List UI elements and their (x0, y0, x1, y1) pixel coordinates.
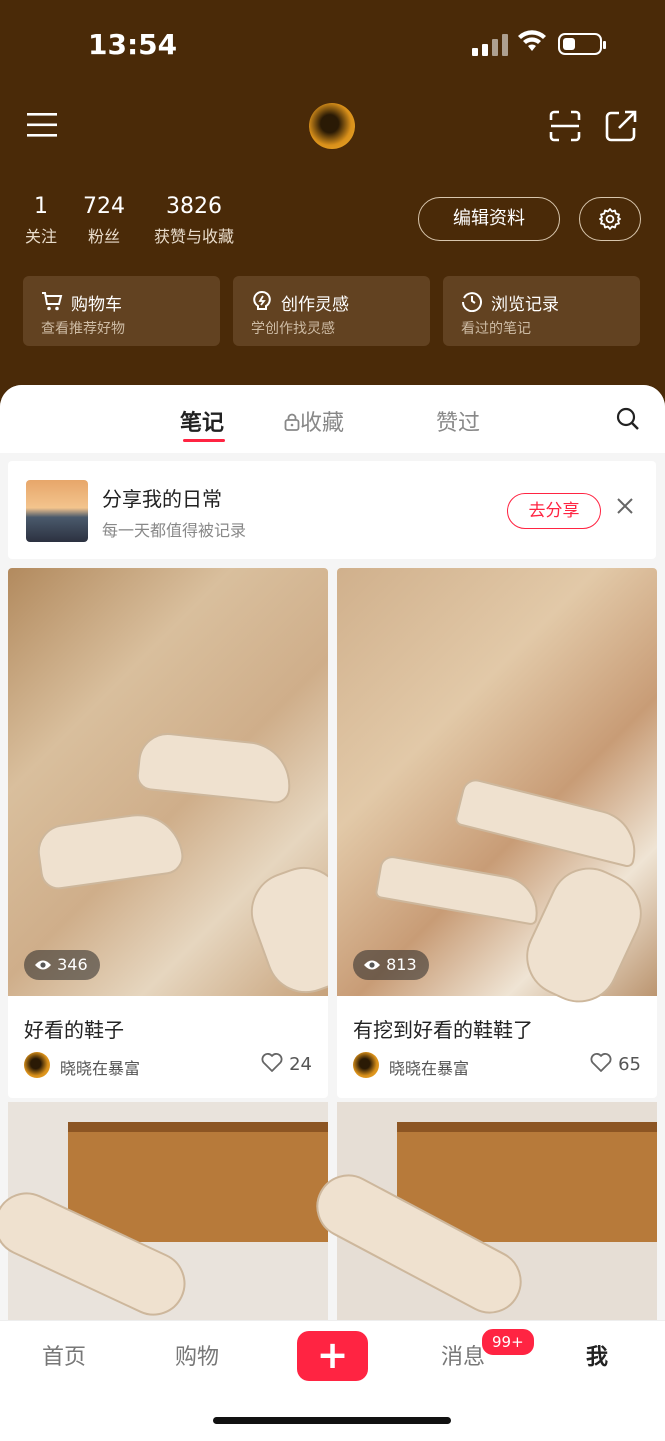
eye-icon (35, 960, 51, 970)
note-card[interactable]: 813 有挖到好看的鞋鞋了 晓晓在暴富 65 (337, 568, 657, 1098)
tab-collections[interactable]: 收藏 (284, 405, 344, 437)
share-title: 分享我的日常 (102, 487, 222, 511)
eye-icon (364, 960, 380, 970)
card-title: 创作灵感 (281, 295, 349, 315)
stat-likes[interactable]: 3826 获赞与收藏 (148, 194, 240, 247)
like-button[interactable]: 24 (261, 1053, 312, 1075)
bulb-icon (253, 290, 271, 310)
search-icon[interactable] (616, 407, 640, 431)
card-title: 购物车 (71, 295, 122, 315)
create-button[interactable]: + (297, 1331, 368, 1381)
gear-icon (599, 208, 621, 230)
profile-header: 13:54 1 关注 724 粉丝 3826 获赞与收藏 编辑资料 购物车 查看… (0, 0, 665, 420)
content-panel: 笔记 收藏 赞过 分享我的日常 每一天都值得被记录 去分享 346 好看的鞋子 … (0, 385, 665, 1440)
stat-following[interactable]: 1 关注 (22, 194, 60, 247)
clock-icon (461, 292, 482, 312)
menu-icon[interactable] (27, 112, 57, 138)
settings-button[interactable] (579, 197, 641, 241)
home-indicator (213, 1417, 451, 1424)
battery-icon (558, 33, 606, 55)
heart-icon (261, 1053, 283, 1072)
author-name[interactable]: 晓晓在暴富 (60, 1055, 140, 1079)
card-history[interactable]: 浏览记录 看过的笔记 (443, 276, 640, 346)
view-count: 813 (353, 950, 429, 980)
status-bar: 13:54 (0, 0, 665, 90)
scan-icon[interactable] (549, 110, 581, 142)
note-title: 有挖到好看的鞋鞋了 (353, 1018, 533, 1042)
nav-me[interactable]: 我 (586, 1339, 608, 1371)
wifi-icon (518, 30, 546, 51)
nav-messages[interactable]: 消息 (441, 1339, 485, 1371)
close-icon[interactable] (616, 497, 634, 515)
signal-icon (472, 34, 508, 56)
heart-icon (590, 1053, 612, 1072)
share-icon[interactable] (605, 110, 637, 142)
avatar[interactable] (309, 103, 355, 149)
like-button[interactable]: 65 (590, 1053, 641, 1075)
share-subtitle: 每一天都值得被记录 (102, 521, 247, 540)
status-time: 13:54 (88, 28, 178, 61)
author-avatar[interactable] (353, 1052, 379, 1078)
card-title: 浏览记录 (491, 295, 559, 315)
go-share-button[interactable]: 去分享 (507, 493, 601, 529)
tab-underline (183, 439, 225, 442)
share-thumbnail (26, 480, 88, 542)
card-cart[interactable]: 购物车 查看推荐好物 (23, 276, 220, 346)
note-cover-image[interactable] (305, 1102, 657, 1332)
tab-liked[interactable]: 赞过 (436, 405, 480, 437)
note-cover-image (8, 568, 328, 1005)
author-name[interactable]: 晓晓在暴富 (389, 1055, 469, 1079)
note-cover-image (337, 568, 657, 1016)
card-subtitle: 查看推荐好物 (41, 321, 125, 337)
nav-shop[interactable]: 购物 (175, 1339, 219, 1371)
view-count: 346 (24, 950, 100, 980)
note-title: 好看的鞋子 (24, 1018, 124, 1042)
note-card[interactable]: 346 好看的鞋子 晓晓在暴富 24 (8, 568, 328, 1098)
lock-icon (284, 413, 300, 431)
note-cover-image[interactable] (0, 1102, 328, 1332)
card-subtitle: 看过的笔记 (461, 321, 531, 337)
card-subtitle: 学创作找灵感 (251, 321, 335, 337)
stat-followers[interactable]: 724 粉丝 (82, 194, 126, 247)
nav-home[interactable]: 首页 (42, 1339, 86, 1371)
share-prompt: 分享我的日常 每一天都值得被记录 去分享 (8, 461, 656, 559)
tab-bar: 笔记 收藏 赞过 (0, 385, 665, 453)
cart-icon (42, 292, 63, 311)
edit-profile-button[interactable]: 编辑资料 (418, 197, 560, 241)
author-avatar[interactable] (24, 1052, 50, 1078)
tab-notes[interactable]: 笔记 (180, 405, 224, 437)
message-badge: 99+ (480, 1327, 536, 1357)
card-inspiration[interactable]: 创作灵感 学创作找灵感 (233, 276, 430, 346)
